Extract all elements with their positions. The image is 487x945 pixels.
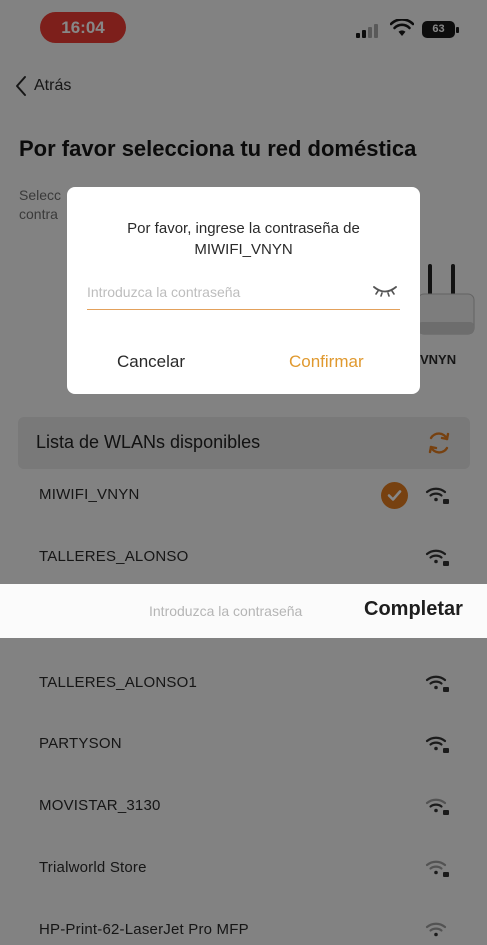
eye-closed-icon[interactable]	[372, 283, 398, 299]
accessory-placeholder: Introduzca la contraseña	[149, 603, 303, 619]
password-dialog: Por favor, ingrese la contraseña de MIWI…	[67, 187, 420, 394]
password-field	[87, 277, 400, 310]
dialog-message: Por favor, ingrese la contraseña de MIWI…	[127, 220, 360, 258]
modal-backdrop[interactable]	[0, 0, 487, 945]
password-input[interactable]	[87, 279, 367, 305]
keyboard-accessory-bar: Introduzca la contraseña Completar	[0, 584, 487, 638]
complete-button[interactable]: Completar	[364, 598, 463, 621]
screen: 16:04 63 Atrás Por favor selecciona tu r…	[0, 0, 487, 945]
confirm-button[interactable]: Confirmar	[289, 352, 364, 372]
cancel-button[interactable]: Cancelar	[117, 352, 185, 372]
